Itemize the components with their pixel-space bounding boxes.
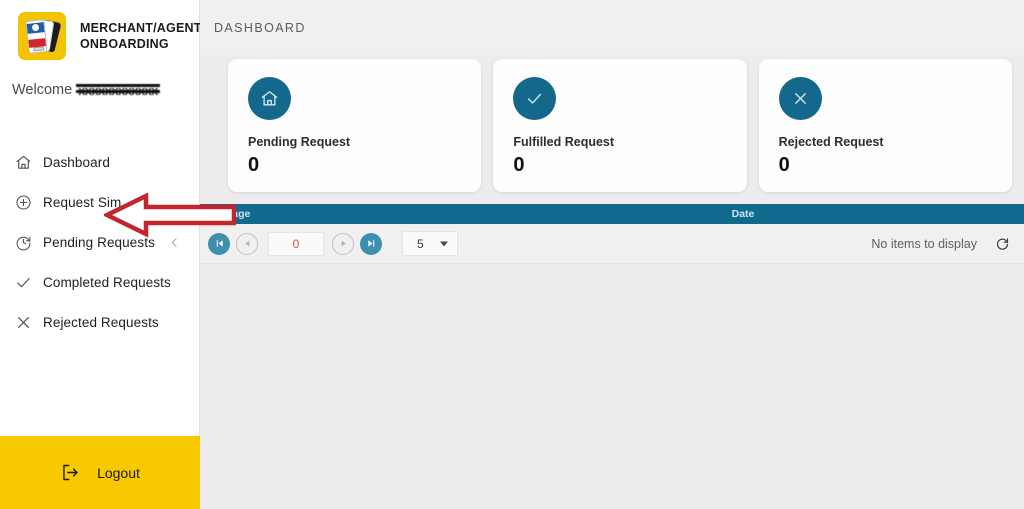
sim-cards-logo-icon bbox=[18, 12, 66, 60]
sidebar-item-label: Dashboard bbox=[43, 154, 110, 170]
main-content: DASHBOARD Pending Request 0 Fulfilled Re… bbox=[200, 0, 1024, 509]
table-column-message: Message bbox=[206, 208, 251, 220]
logout-label: Logout bbox=[97, 464, 140, 481]
sidebar-item-label: Pending Requests bbox=[43, 234, 155, 250]
brand: MERCHANT/AGENT ONBOARDING bbox=[0, 0, 202, 60]
check-icon bbox=[513, 77, 557, 120]
pagination-bar: 0 5 No items to display bbox=[200, 224, 1024, 264]
table-column-date: Date bbox=[731, 208, 755, 220]
sim-card-front bbox=[25, 19, 48, 54]
next-page-button[interactable] bbox=[332, 232, 354, 255]
sidebar-item-label: Completed Requests bbox=[43, 274, 171, 290]
card-title: Fulfilled Request bbox=[513, 135, 615, 149]
sidebar-nav: Dashboard Request Sim Pending Requests C… bbox=[0, 142, 199, 342]
check-icon bbox=[10, 274, 36, 291]
top-bar: DASHBOARD bbox=[200, 0, 1024, 55]
table-header-row: Message Date bbox=[200, 204, 1024, 224]
card-title: Rejected Request bbox=[778, 135, 884, 149]
sidebar-item-label: Request Sim bbox=[43, 194, 122, 210]
sidebar-item-completed-requests[interactable]: Completed Requests bbox=[0, 262, 199, 302]
empty-state-text: No items to display bbox=[871, 236, 977, 251]
x-icon bbox=[778, 77, 822, 120]
last-page-button[interactable] bbox=[360, 232, 382, 255]
x-icon bbox=[10, 314, 36, 331]
card-title: Pending Request bbox=[248, 135, 351, 149]
sidebar-item-dashboard[interactable]: Dashboard bbox=[0, 142, 199, 182]
refresh-icon[interactable] bbox=[995, 236, 1010, 251]
welcome-username-redacted: xxxxxxxxxxxx bbox=[76, 82, 160, 98]
card-fulfilled-request[interactable]: Fulfilled Request 0 bbox=[493, 59, 747, 192]
welcome-message: Welcome xxxxxxxxxxxx bbox=[12, 82, 199, 98]
sidebar-item-pending-requests[interactable]: Pending Requests bbox=[0, 222, 199, 262]
page-size-select[interactable]: 5 bbox=[402, 231, 458, 256]
page-size-value: 5 bbox=[417, 236, 424, 251]
summary-cards: Pending Request 0 Fulfilled Request 0 Re… bbox=[200, 55, 1024, 192]
card-value: 0 bbox=[778, 154, 790, 176]
home-icon bbox=[248, 77, 291, 120]
app-root: MERCHANT/AGENT ONBOARDING Welcome xxxxxx… bbox=[0, 0, 1024, 509]
chevron-left-icon[interactable] bbox=[168, 236, 181, 249]
card-value: 0 bbox=[513, 154, 525, 176]
sidebar-item-label: Rejected Requests bbox=[43, 314, 159, 330]
history-clock-icon bbox=[10, 234, 36, 251]
card-value: 0 bbox=[248, 154, 260, 176]
breadcrumb: DASHBOARD bbox=[214, 20, 306, 35]
sidebar-item-request-sim[interactable]: Request Sim bbox=[0, 182, 199, 222]
welcome-prefix: Welcome bbox=[12, 82, 73, 98]
first-page-button[interactable] bbox=[208, 232, 230, 255]
page-number-input[interactable]: 0 bbox=[268, 231, 324, 256]
chevron-down-icon bbox=[440, 241, 448, 246]
sidebar-item-rejected-requests[interactable]: Rejected Requests bbox=[0, 302, 199, 342]
home-icon bbox=[10, 154, 36, 171]
sidebar: MERCHANT/AGENT ONBOARDING Welcome xxxxxx… bbox=[0, 0, 202, 509]
plus-circle-icon bbox=[10, 194, 36, 211]
brand-title: MERCHANT/AGENT ONBOARDING bbox=[80, 21, 202, 51]
prev-page-button[interactable] bbox=[236, 232, 258, 255]
card-rejected-request[interactable]: Rejected Request 0 bbox=[758, 59, 1012, 192]
logout-icon bbox=[60, 462, 81, 483]
logout-button[interactable]: Logout bbox=[0, 436, 200, 509]
card-pending-request[interactable]: Pending Request 0 bbox=[228, 59, 482, 192]
pagination-status: No items to display bbox=[871, 236, 1024, 251]
messages-table: Message Date 0 5 No items to display bbox=[200, 204, 1024, 264]
